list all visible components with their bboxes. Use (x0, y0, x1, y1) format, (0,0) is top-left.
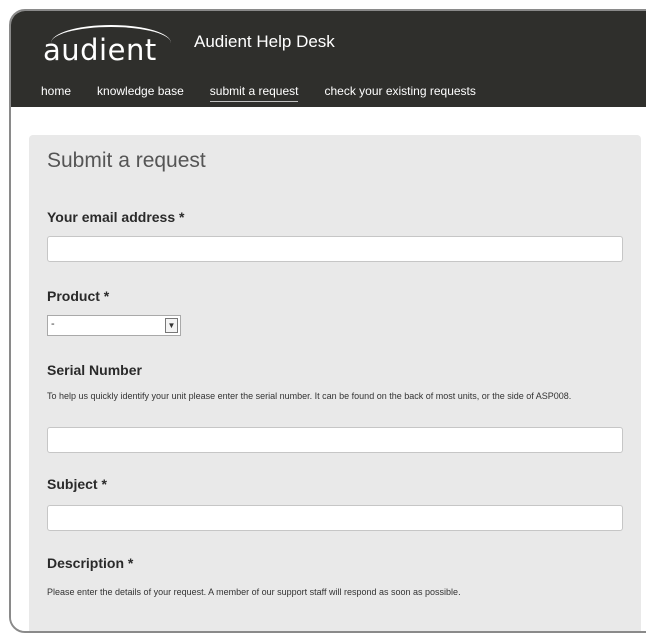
product-selected-value: - (51, 318, 55, 330)
request-form-panel: Submit a request Your email address * Pr… (29, 135, 641, 631)
page-title: Submit a request (47, 149, 206, 172)
logo-text: audient (43, 33, 157, 67)
header: audient Audient Help Desk home knowledge… (11, 11, 646, 107)
site-title: Audient Help Desk (194, 32, 335, 51)
product-select[interactable]: - ▼ (47, 315, 181, 336)
serial-number-field[interactable] (47, 427, 623, 453)
serial-help-text: To help us quickly identify your unit pl… (47, 391, 572, 401)
email-label: Your email address * (47, 209, 185, 225)
main-nav: home knowledge base submit a request che… (41, 84, 502, 102)
nav-home[interactable]: home (41, 84, 71, 102)
description-label: Description * (47, 555, 134, 571)
nav-check-requests[interactable]: check your existing requests (324, 84, 475, 102)
nav-submit-request[interactable]: submit a request (209, 84, 299, 102)
subject-field[interactable] (47, 505, 623, 531)
subject-label: Subject * (47, 476, 107, 492)
description-help-text: Please enter the details of your request… (47, 587, 461, 597)
email-field[interactable] (47, 236, 623, 262)
audient-logo[interactable]: audient (43, 25, 183, 67)
serial-label: Serial Number (47, 362, 142, 378)
product-label: Product * (47, 288, 110, 304)
nav-knowledge-base[interactable]: knowledge base (97, 84, 184, 102)
main-content: Submit a request Your email address * Pr… (11, 107, 646, 631)
chevron-down-icon[interactable]: ▼ (165, 318, 178, 333)
browser-window: audient Audient Help Desk home knowledge… (9, 9, 646, 633)
